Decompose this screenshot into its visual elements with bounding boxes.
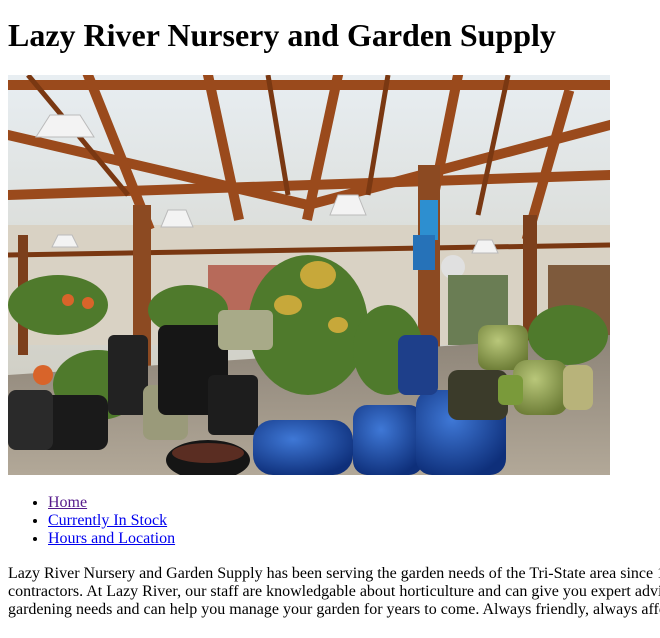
nav-link-home[interactable]: Home <box>48 494 87 511</box>
page-title: Lazy River Nursery and Garden Supply <box>8 17 556 53</box>
nav-item-hours: Hours and Location <box>48 530 175 548</box>
nav-item-stock: Currently In Stock <box>48 512 175 530</box>
nav-link-currently-in-stock[interactable]: Currently In Stock <box>48 512 167 529</box>
nav-link-hours-and-location[interactable]: Hours and Location <box>48 530 175 547</box>
hero-image <box>8 75 610 475</box>
nav-item-home: Home <box>48 494 175 512</box>
intro-paragraph: Lazy River Nursery and Garden Supply has… <box>8 565 660 618</box>
main-nav: Home Currently In Stock Hours and Locati… <box>8 494 175 548</box>
nursery-photo <box>8 75 610 475</box>
